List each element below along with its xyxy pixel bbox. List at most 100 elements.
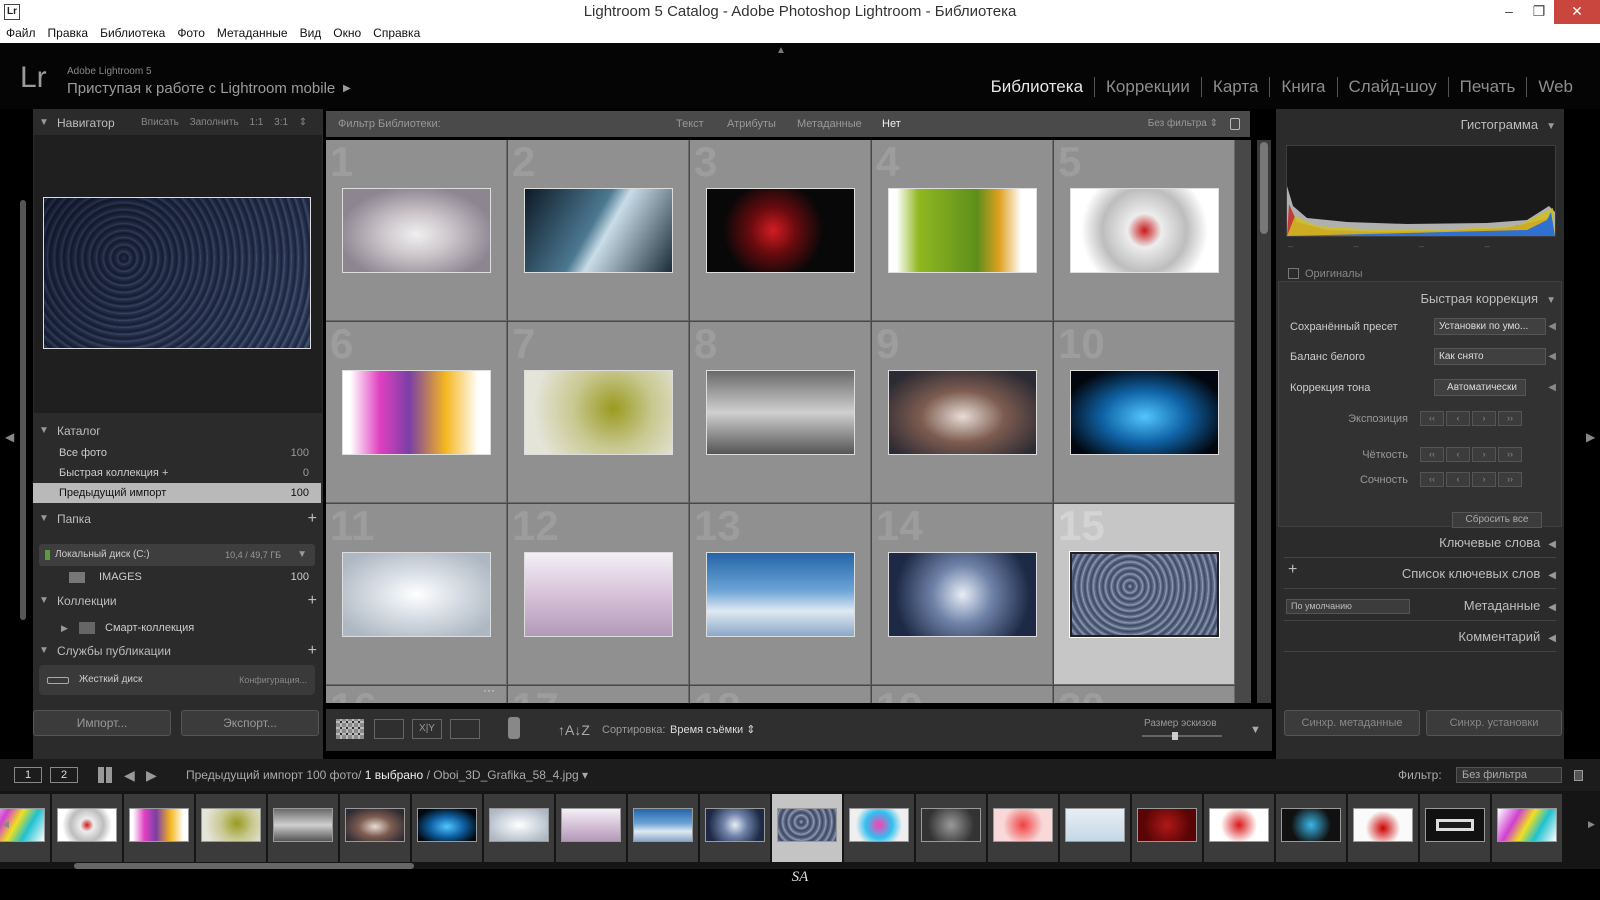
grid-cell[interactable]: 20 — [1054, 684, 1235, 703]
filmstrip-filter-select[interactable]: Без фильтра — [1456, 767, 1562, 783]
grid-cell[interactable]: 19 — [872, 684, 1053, 703]
expand-triangle-icon[interactable]: ▶ — [61, 618, 68, 638]
clarity-step-down[interactable]: ‹ — [1446, 447, 1470, 462]
filmstrip-thumbnail[interactable] — [1425, 808, 1485, 842]
more-dots-icon[interactable]: ··· — [483, 683, 495, 697]
menu-photo[interactable]: Фото — [177, 24, 205, 43]
histogram-header[interactable]: Гистограмма ▼ — [1461, 115, 1556, 137]
photo-thumbnail[interactable] — [342, 552, 491, 637]
filmstrip-thumbnail[interactable] — [1065, 808, 1125, 842]
filmstrip-thumbnail[interactable] — [1353, 808, 1413, 842]
loupe-view-icon[interactable] — [374, 719, 404, 739]
module-web[interactable]: Web — [1526, 77, 1584, 97]
play-arrow-icon[interactable]: ▶ — [343, 83, 351, 94]
filmstrip-thumbnail[interactable] — [273, 808, 333, 842]
clarity-step-up-large[interactable]: ›› — [1498, 447, 1522, 462]
filmstrip-cell[interactable] — [412, 794, 482, 862]
auto-tone-button[interactable]: Автоматически — [1434, 379, 1526, 396]
grid-view-icon[interactable] — [336, 719, 364, 739]
menu-edit[interactable]: Правка — [48, 24, 89, 43]
vibrance-step-up-large[interactable]: ›› — [1498, 472, 1522, 487]
photo-thumbnail[interactable] — [524, 370, 673, 455]
grid-cell[interactable]: 18 — [690, 684, 871, 703]
grid-cell[interactable]: 15 — [1054, 502, 1235, 685]
photo-thumbnail[interactable] — [342, 370, 491, 455]
filmstrip-thumbnail[interactable] — [1137, 808, 1197, 842]
filmstrip-source-breadcrumb[interactable]: Предыдущий импорт 100 фото/ 1 выбрано / … — [186, 759, 588, 791]
filter-switch-icon[interactable] — [1574, 770, 1583, 781]
filmstrip-thumbnail[interactable] — [57, 808, 117, 842]
menu-library[interactable]: Библиотека — [100, 24, 165, 43]
filmstrip-thumbnail[interactable] — [993, 808, 1053, 842]
grid-cell[interactable]: 5 — [1054, 140, 1235, 321]
module-library[interactable]: Библиотека — [980, 77, 1094, 97]
sync-settings-button[interactable]: Синхр. установки — [1426, 710, 1562, 736]
filmstrip-thumbnail[interactable] — [561, 808, 621, 842]
collapse-triangle-icon[interactable]: ▼ — [39, 111, 49, 135]
minimize-button[interactable]: – — [1494, 0, 1524, 24]
module-slideshow[interactable]: Слайд-шоу — [1336, 77, 1448, 97]
filmstrip-cell[interactable] — [484, 794, 554, 862]
filmstrip-right-arrow-icon[interactable]: ▶ — [1588, 819, 1595, 830]
exposure-step-down-large[interactable]: ‹‹ — [1420, 411, 1444, 426]
filmstrip-cell[interactable] — [1276, 794, 1346, 862]
filmstrip-cell[interactable] — [772, 794, 842, 862]
grid-cell[interactable]: 12 — [508, 502, 689, 685]
collapse-triangle-icon[interactable]: ▼ — [39, 507, 49, 531]
catalog-row-quick-collection[interactable]: Быстрая коллекция + 0 — [33, 463, 321, 483]
filter-text-option[interactable]: Текст — [676, 111, 704, 137]
forward-arrow-icon[interactable]: ▶ — [146, 759, 157, 791]
painter-icon[interactable] — [508, 717, 520, 739]
exposure-step-down[interactable]: ‹ — [1446, 411, 1470, 426]
photo-thumbnail[interactable] — [1070, 370, 1219, 455]
metadata-header[interactable]: Метаданные ◀ — [1464, 596, 1556, 618]
filmstrip-thumbnail[interactable] — [417, 808, 477, 842]
grid-scrollbar[interactable] — [1257, 140, 1271, 703]
disclosure-triangle-icon[interactable]: ◀ — [1548, 345, 1556, 369]
main-window-button[interactable]: 1 — [14, 767, 42, 783]
module-map[interactable]: Карта — [1200, 77, 1270, 97]
grid-cell[interactable]: 7 — [508, 320, 689, 503]
grid-cell[interactable]: 10 — [1054, 320, 1235, 503]
module-book[interactable]: Книга — [1269, 77, 1336, 97]
filmstrip-cell[interactable] — [1348, 794, 1418, 862]
filmstrip-thumbnail[interactable] — [129, 808, 189, 842]
navigator-preview[interactable] — [43, 197, 311, 349]
filmstrip-cell[interactable] — [1060, 794, 1130, 862]
filmstrip-cell[interactable] — [52, 794, 122, 862]
metadata-preset-select[interactable]: По умолчанию — [1286, 599, 1410, 614]
toolbar-menu-chevron-icon[interactable]: ▼ — [1250, 709, 1261, 751]
filmstrip-cell[interactable] — [124, 794, 194, 862]
filmstrip-thumbnail[interactable] — [489, 808, 549, 842]
navigator-header[interactable]: ▼ Навигатор Вписать Заполнить 1:1 3:1 ⇕ — [33, 111, 323, 135]
photo-thumbnail[interactable] — [342, 188, 491, 273]
photo-thumbnail[interactable] — [1069, 551, 1220, 638]
folders-header[interactable]: ▼ Папка + — [33, 507, 323, 531]
clarity-step-down-large[interactable]: ‹‹ — [1420, 447, 1444, 462]
collapse-triangle-icon[interactable]: ▼ — [39, 639, 49, 663]
compare-view-icon[interactable]: X|Y — [412, 719, 442, 739]
filmstrip-cell[interactable] — [556, 794, 626, 862]
menu-window[interactable]: Окно — [333, 24, 361, 43]
restore-button[interactable]: ❐ — [1524, 0, 1554, 24]
exposure-step-up[interactable]: › — [1472, 411, 1496, 426]
filmstrip-cell[interactable] — [1132, 794, 1202, 862]
grid-cell[interactable]: 4 — [872, 140, 1053, 321]
filmstrip-cell[interactable] — [628, 794, 698, 862]
chevron-down-icon[interactable]: ▼ — [297, 544, 307, 566]
filmstrip-thumbnail[interactable] — [1209, 808, 1269, 842]
menu-metadata[interactable]: Метаданные — [217, 24, 288, 43]
filmstrip-thumbnail[interactable] — [705, 808, 765, 842]
filter-metadata-option[interactable]: Метаданные — [797, 111, 862, 137]
collapse-triangle-icon[interactable]: ◀ — [1548, 570, 1556, 581]
sort-select[interactable]: Время съёмки ⇕ — [670, 709, 755, 751]
sync-metadata-button[interactable]: Синхр. метаданные — [1284, 710, 1420, 736]
comments-header[interactable]: Комментарий ◀ — [1458, 627, 1556, 649]
collapse-triangle-icon[interactable]: ▼ — [1546, 295, 1556, 306]
grid-cell[interactable]: 9 — [872, 320, 1053, 503]
add-keyword-icon[interactable]: + — [1288, 561, 1297, 579]
photo-thumbnail[interactable] — [706, 188, 855, 273]
grid-cell[interactable]: 2 — [508, 140, 689, 321]
publish-services-header[interactable]: ▼ Службы публикации + — [33, 639, 323, 663]
filmstrip-cell[interactable] — [1420, 794, 1490, 862]
